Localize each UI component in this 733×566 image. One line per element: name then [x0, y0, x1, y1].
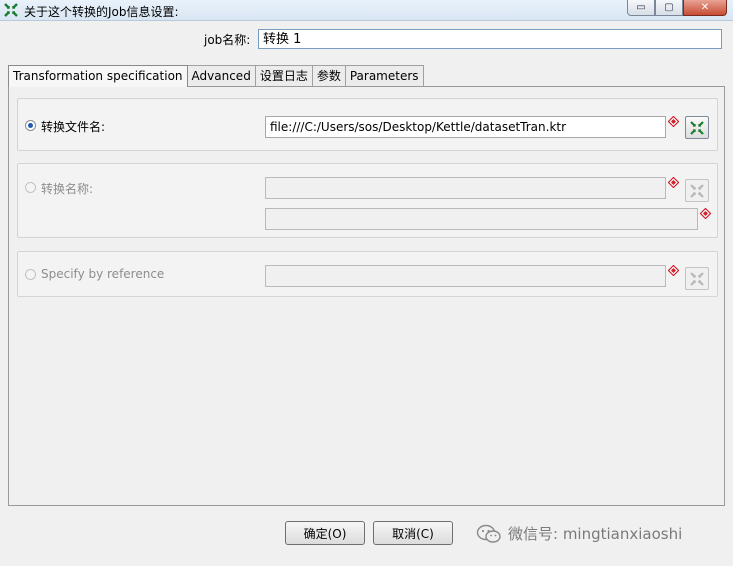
repository-browse-button[interactable]: [685, 179, 709, 202]
filename-group: 转换文件名: file:///C:/Users/sos/Desktop/Kett…: [17, 98, 718, 151]
reference-label: Specify by reference: [41, 267, 165, 281]
reference-group: Specify by reference: [17, 251, 718, 297]
cancel-button[interactable]: 取消(C): [373, 521, 453, 545]
reference-radio[interactable]: [25, 269, 36, 280]
wechat-icon: [476, 524, 501, 543]
reference-browse-button[interactable]: [685, 267, 709, 290]
transformation-specification-panel: 转换文件名: file:///C:/Users/sos/Desktop/Kett…: [8, 86, 725, 506]
browse-arrows-icon: [690, 183, 704, 198]
kettle-icon: [4, 3, 18, 17]
minimize-icon: ▭: [636, 2, 646, 13]
maximize-icon: ▢: [664, 2, 674, 13]
tab-arguments[interactable]: 参数: [311, 65, 346, 86]
repository-radio[interactable]: [25, 182, 36, 193]
repository-directory-input[interactable]: [265, 208, 698, 230]
maximize-button[interactable]: ▢: [655, 0, 683, 16]
title-bar[interactable]: 关于这个转换的Job信息设置: ▭ ▢ ✕: [0, 0, 733, 21]
reference-input[interactable]: [265, 265, 666, 287]
tab-logging[interactable]: 设置日志: [254, 65, 313, 86]
close-button[interactable]: ✕: [683, 0, 727, 16]
repository-group: 转换名称:: [17, 163, 718, 238]
tab-parameters[interactable]: Parameters: [344, 65, 424, 86]
job-settings-dialog: 关于这个转换的Job信息设置: ▭ ▢ ✕ job名称: 转换 1 Transf…: [0, 0, 733, 566]
variable-diamond-icon: [668, 265, 679, 276]
window-title: 关于这个转换的Job信息设置:: [24, 5, 179, 19]
ok-button[interactable]: 确定(O): [285, 521, 365, 545]
close-icon: ✕: [700, 2, 710, 13]
tab-advanced[interactable]: Advanced: [186, 65, 256, 86]
variable-diamond-icon: [668, 177, 679, 188]
watermark-text: 微信号: mingtianxiaoshi: [508, 525, 683, 543]
browse-arrows-icon: [690, 271, 704, 286]
job-name-label: job名称:: [204, 33, 251, 47]
tab-bar: Transformation specification Advanced 设置…: [8, 65, 424, 87]
minimize-button[interactable]: ▭: [627, 0, 655, 16]
window-controls: ▭ ▢ ✕: [627, 0, 727, 16]
job-name-input[interactable]: 转换 1: [258, 29, 722, 49]
repository-name-input[interactable]: [265, 177, 666, 199]
filename-browse-button[interactable]: [685, 116, 709, 139]
browse-arrows-icon: [690, 120, 704, 135]
filename-input[interactable]: file:///C:/Users/sos/Desktop/Kettle/data…: [265, 116, 666, 138]
variable-diamond-icon: [668, 116, 679, 127]
filename-label: 转换文件名:: [41, 120, 106, 134]
tab-transformation-specification[interactable]: Transformation specification: [8, 65, 188, 87]
repository-label: 转换名称:: [41, 182, 94, 196]
watermark: 微信号: mingtianxiaoshi: [476, 523, 682, 544]
filename-radio[interactable]: [25, 120, 36, 131]
variable-diamond-icon: [700, 208, 711, 219]
